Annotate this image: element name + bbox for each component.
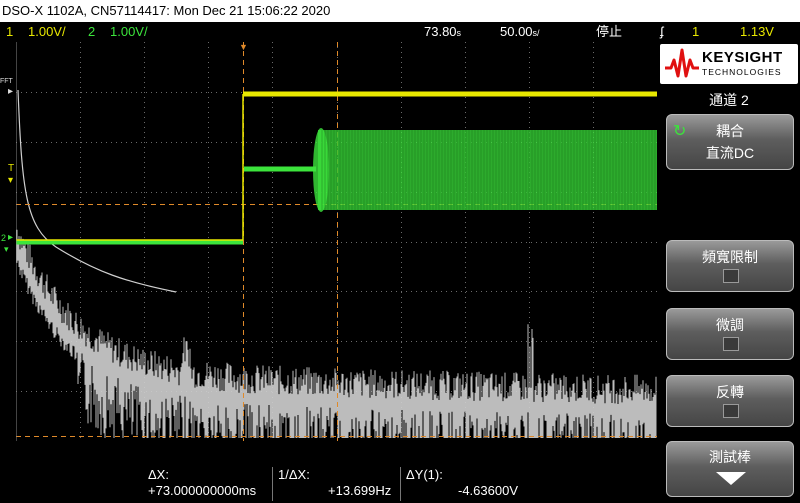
waveform-display[interactable] — [16, 42, 657, 441]
bandwidth-limit-label: 頻寬限制 — [702, 249, 758, 265]
coupling-softkey[interactable]: ↻ 耦合 直流DC — [666, 114, 794, 170]
time-position-unit: s — [456, 28, 462, 38]
fft-noise-floor — [16, 229, 657, 438]
ch1-ground-marker: ▾ — [4, 244, 9, 254]
run-state[interactable]: 停止 — [596, 22, 622, 42]
waveform-svg — [16, 42, 657, 441]
separator — [272, 467, 273, 501]
probe-label: 測試棒 — [709, 449, 751, 465]
invert-checkbox[interactable] — [723, 404, 739, 418]
time-scale-unit: s/ — [532, 28, 540, 38]
inverse-delta-x-value: +13.699Hz — [328, 483, 392, 498]
time-scale[interactable]: 50.00s/ — [500, 22, 540, 43]
delta-y-label: ΔY(1): — [406, 467, 443, 482]
delta-x-value: +73.000000000ms — [148, 483, 257, 498]
ch2-trace — [16, 128, 657, 245]
probe-softkey[interactable]: 測試棒 — [666, 441, 794, 497]
delta-y-value: -4.63600V — [458, 483, 518, 498]
softkey-panel: KEYSIGHT TECHNOLOGIES 通道 2 ↻ 耦合 直流DC 頻寬限… — [658, 42, 800, 503]
ch2-number[interactable]: 2 — [88, 22, 95, 42]
window-title: DSO-X 1102A, CN57114417: Mon Dec 21 15:0… — [0, 0, 800, 22]
fft-marker-arrow: ▸ — [8, 86, 14, 97]
measurement-bar: ΔX: +73.000000000ms 1/ΔX: +13.699Hz ΔY(1… — [0, 463, 658, 503]
delta-x-label: ΔX: — [148, 467, 169, 482]
ch2-oscillation-band — [318, 130, 657, 210]
fine-label: 微調 — [716, 317, 744, 333]
invert-label: 反轉 — [716, 384, 744, 400]
bandwidth-limit-checkbox[interactable] — [723, 269, 739, 283]
trigger-level[interactable]: 1.13V — [740, 22, 774, 42]
invert-softkey[interactable]: 反轉 — [666, 375, 794, 427]
menu-title: 通道 2 — [709, 92, 749, 108]
inverse-delta-x-label: 1/ΔX: — [278, 467, 310, 482]
trigger-level-arrow: ▾ — [8, 175, 14, 186]
ch1-number[interactable]: 1 — [6, 22, 13, 42]
ch2-oscillation-onset — [313, 128, 329, 212]
ch1-scale[interactable]: 1.00V/ — [28, 22, 66, 42]
separator — [400, 467, 401, 501]
fine-softkey[interactable]: 微調 — [666, 308, 794, 360]
coupling-label: 耦合 — [716, 123, 744, 139]
brand-name: KEYSIGHT — [702, 49, 783, 66]
ch2-ground-arrow: ▸ — [8, 232, 14, 243]
fine-checkbox[interactable] — [723, 337, 739, 351]
brand-subtitle: TECHNOLOGIES — [702, 67, 782, 77]
time-scale-value: 50.00 — [500, 24, 533, 39]
fft-decay-curve — [17, 89, 177, 293]
status-bar: 1 1.00V/ 2 1.00V/ 73.80s 50.00s/ 停止 ʄ 1 … — [0, 22, 800, 42]
arrow-down-icon — [716, 472, 746, 485]
trigger-position-icon: ▼ — [239, 42, 248, 52]
keysight-wave-icon — [665, 48, 699, 78]
trigger-type-icon: ʄ — [660, 24, 664, 39]
trigger-source[interactable]: 1 — [692, 22, 699, 42]
bandwidth-limit-softkey[interactable]: 頻寬限制 — [666, 240, 794, 292]
time-position-value: 73.80 — [424, 24, 457, 39]
coupling-value: 直流DC — [705, 145, 755, 161]
ch2-scale[interactable]: 1.00V/ — [110, 22, 148, 42]
trigger-level-marker: T — [8, 163, 15, 174]
ch2-ground-marker: 2 — [1, 233, 7, 243]
time-position[interactable]: 73.80s — [424, 22, 461, 43]
fft-marker: FFT — [0, 78, 13, 85]
keysight-logo: KEYSIGHT TECHNOLOGIES — [660, 44, 798, 84]
